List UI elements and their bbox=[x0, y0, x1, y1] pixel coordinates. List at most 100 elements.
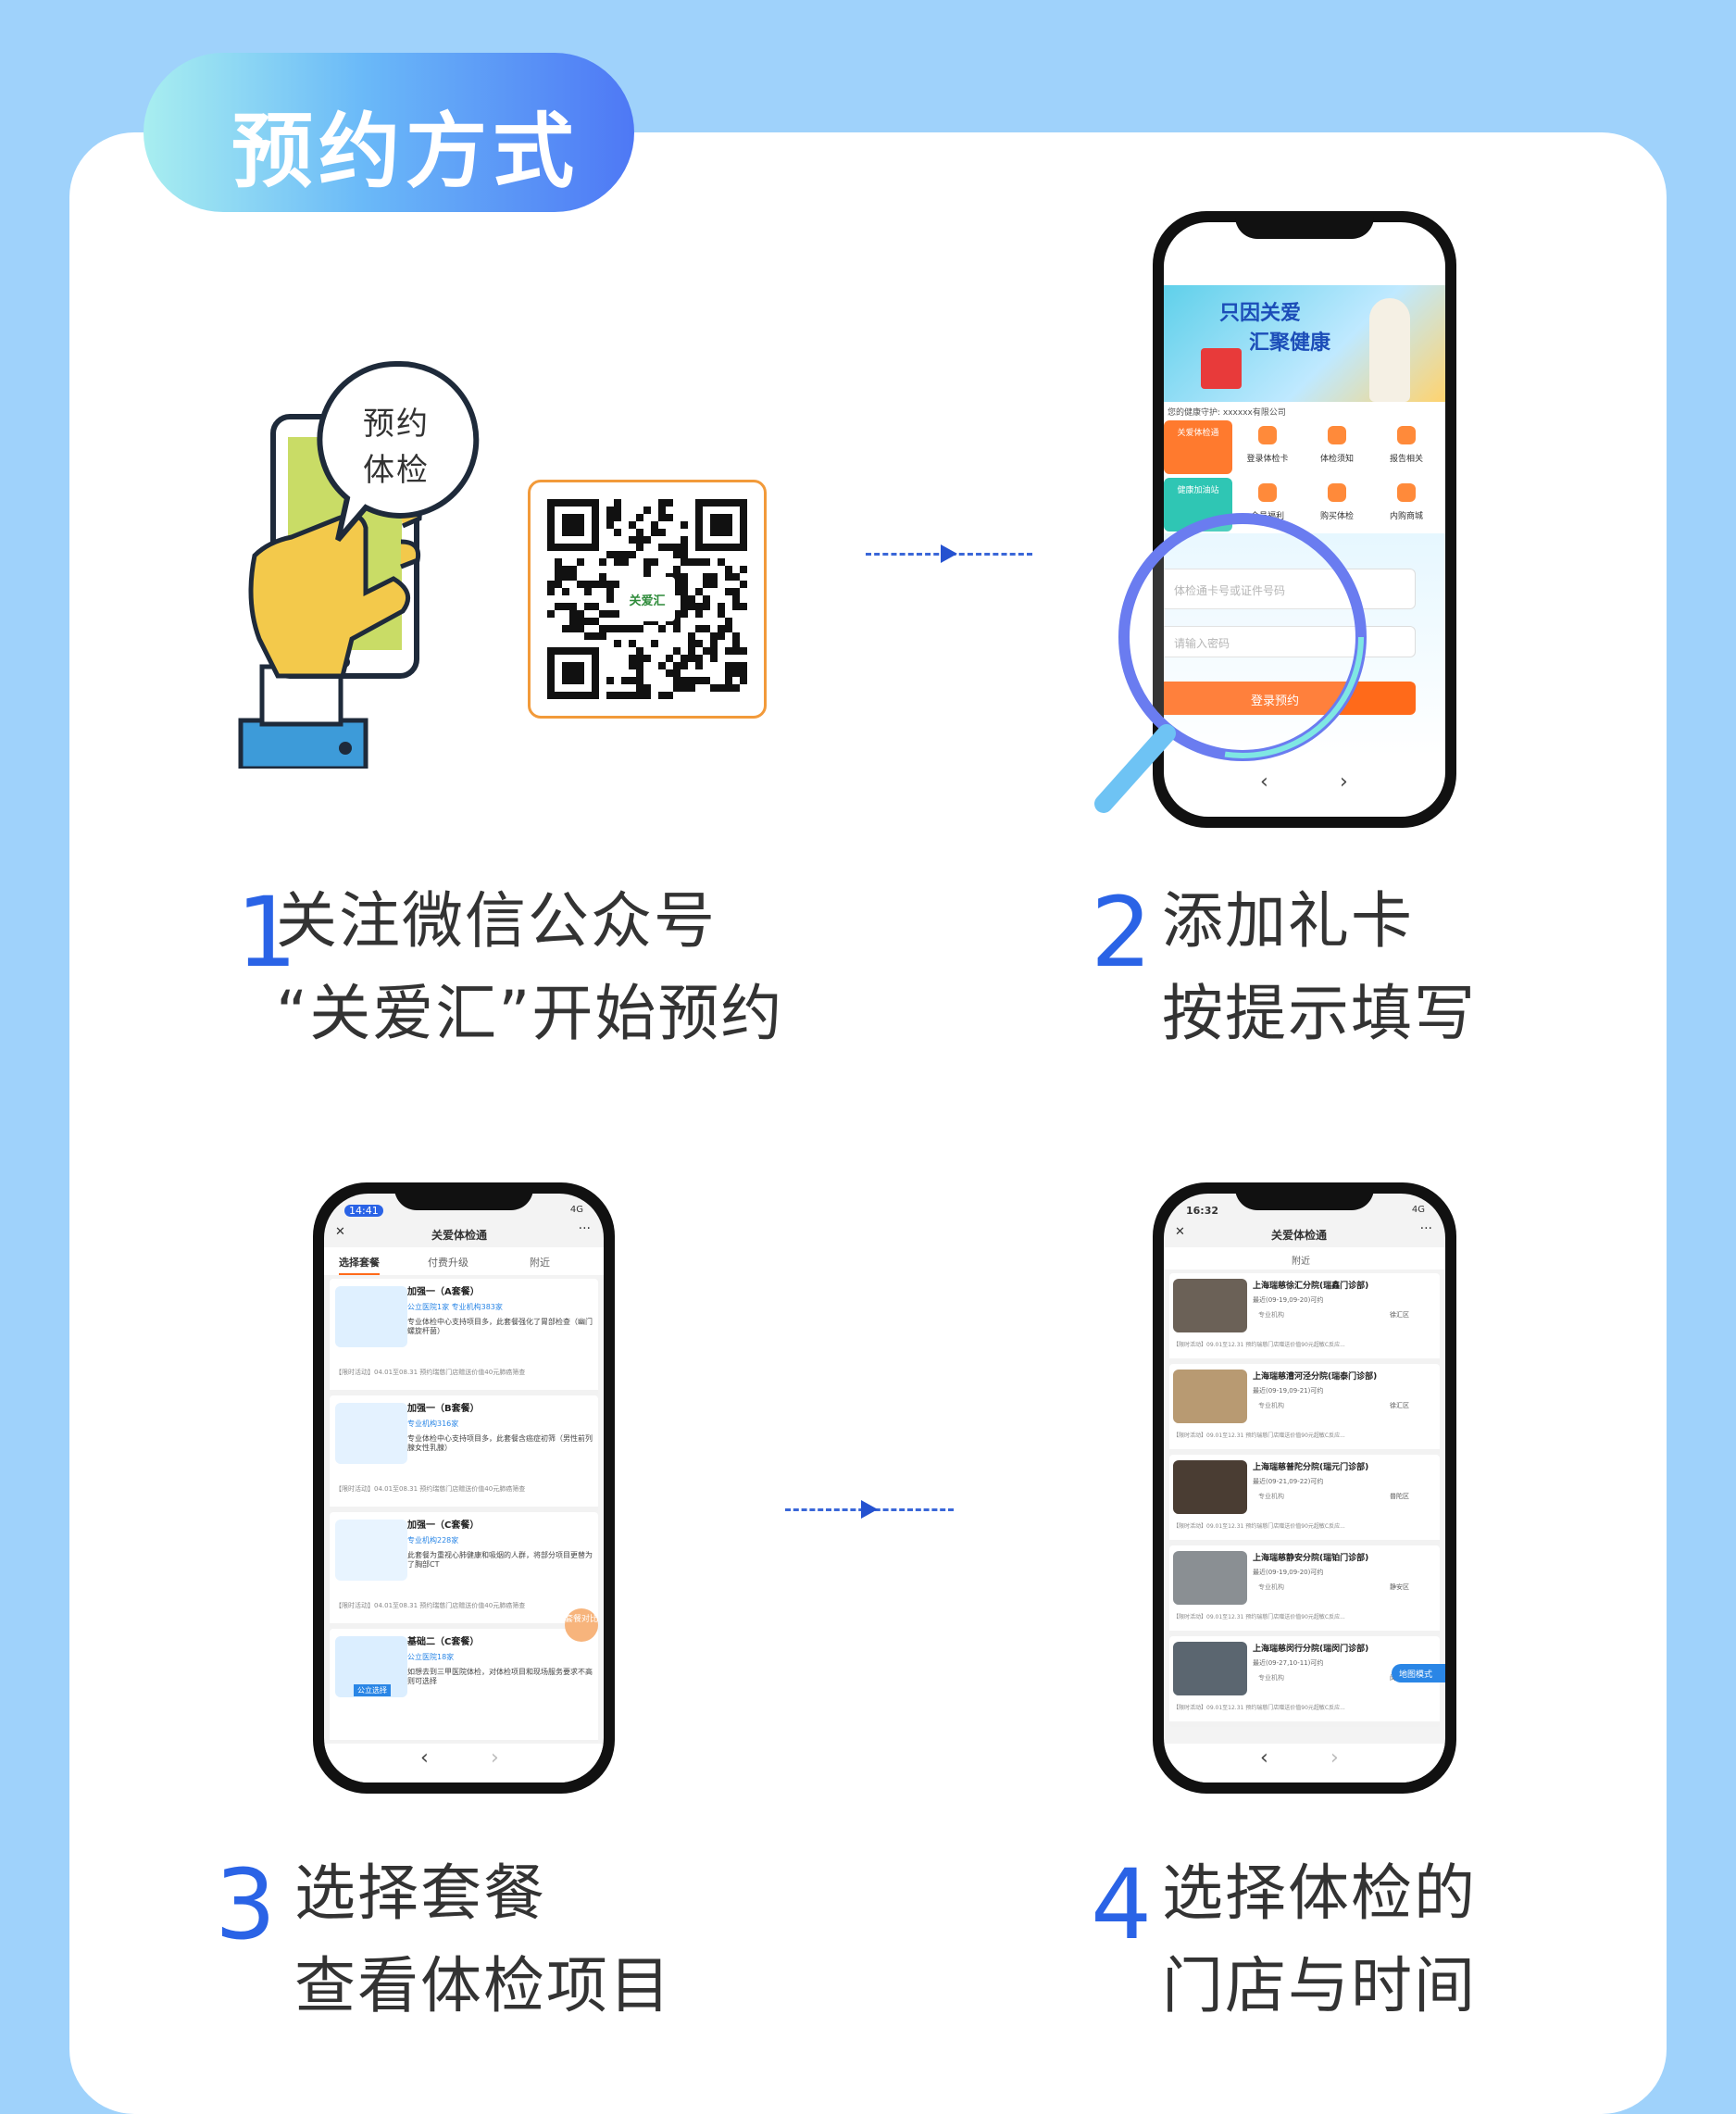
package-list: 加强一（A套餐） 公立医院1家 专业机构383家 专业体检中心支持项目多，此套餐强化… bbox=[330, 1279, 598, 1745]
map-mode-label: 地图模式 bbox=[1399, 1670, 1433, 1680]
nav-bar bbox=[1164, 1744, 1445, 1783]
flow-arrow-2 bbox=[785, 1500, 954, 1519]
store-promo: 【限时活动】09.01至12.31 预约瑞慈门店赠送价值90元超敏C反应... bbox=[1173, 1523, 1345, 1530]
store-tag: 专业机构 bbox=[1258, 1402, 1284, 1409]
banner-person bbox=[1369, 298, 1410, 402]
store-card[interactable]: 上海瑞慈普陀分院(瑞元门诊部) 最近(09-21,09-22)可约 专业机构 普陀区【… bbox=[1169, 1455, 1440, 1545]
store-district: 普陀区 bbox=[1390, 1493, 1409, 1500]
store-district: 徐汇区 bbox=[1390, 1311, 1409, 1319]
package-card[interactable]: 加强一（A套餐） 公立医院1家 专业机构383家 专业体检中心支持项目多，此套餐强化… bbox=[330, 1279, 598, 1395]
store-tag: 专业机构 bbox=[1258, 1493, 1284, 1500]
store-photo bbox=[1173, 1279, 1247, 1332]
package-tags: 专业机构316家 bbox=[407, 1420, 459, 1428]
package-promo: 【限时活动】04.01至08.31 预约瑞慈门店赠送价值40元肺癌筛查 bbox=[335, 1602, 526, 1609]
status-time: 14:41 bbox=[344, 1205, 383, 1217]
store-card[interactable]: 上海瑞慈漕河泾分院(瑞泰门诊部) 最近(09-19,09-21)可约 专业机构 徐汇区… bbox=[1169, 1364, 1440, 1455]
compare-badge[interactable]: 套餐对比 bbox=[565, 1608, 598, 1642]
nav-back[interactable]: ‹ bbox=[420, 1746, 429, 1770]
phone-screen-4: 16:32 4G ✕ 关爱体检通 ··· 附近 上海瑞慈徐汇分院(瑞鑫门诊部) 最… bbox=[1164, 1194, 1445, 1783]
package-thumbnail bbox=[335, 1403, 407, 1464]
store-photo bbox=[1173, 1551, 1247, 1605]
menu-item-icon bbox=[1397, 426, 1416, 444]
tab-1[interactable]: 付费升级 bbox=[428, 1255, 468, 1270]
banner-line-1: 只因关爱 bbox=[1219, 302, 1302, 325]
nav-back[interactable]: ‹ bbox=[1260, 1746, 1268, 1770]
menu-item-label: 健康加油站 bbox=[1177, 486, 1219, 495]
package-thumbnail bbox=[335, 1520, 407, 1581]
store-date: 最近(09-21,09-22)可约 bbox=[1253, 1478, 1324, 1485]
promo-banner: 只因关爱 汇聚健康 bbox=[1164, 285, 1445, 402]
status-time: 16:32 bbox=[1186, 1205, 1219, 1217]
menu-item[interactable]: 登录体检卡 bbox=[1233, 420, 1302, 474]
store-name: 上海瑞慈静安分院(瑞铂门诊部) bbox=[1253, 1554, 1369, 1563]
package-thumbnail bbox=[335, 1286, 407, 1347]
menu-item-icon bbox=[1328, 483, 1346, 502]
tab-0[interactable]: 选择套餐 bbox=[339, 1255, 380, 1275]
step-3-number: 3 bbox=[215, 1848, 277, 1961]
phone-notch bbox=[394, 1182, 533, 1210]
store-date: 最近(09-27,10-11)可约 bbox=[1253, 1659, 1324, 1667]
app-title: 关爱体检通 bbox=[1271, 1229, 1328, 1242]
store-tag: 专业机构 bbox=[1258, 1583, 1284, 1591]
package-card[interactable]: 加强一（B套餐） 专业机构316家专业体检中心支持项目多，此套餐含癌症初筛（男性前… bbox=[330, 1395, 598, 1512]
more-icon[interactable]: ··· bbox=[579, 1221, 591, 1236]
phone-notch bbox=[1234, 1182, 1375, 1210]
qr-logo: 关爱汇 bbox=[619, 577, 675, 621]
store-promo: 【限时活动】09.01至12.31 预约瑞慈门店赠送价值90元超敏C反应... bbox=[1173, 1705, 1345, 1711]
nav-bar bbox=[324, 1744, 604, 1783]
step-1-line-1: 关注微信公众号 bbox=[276, 885, 717, 957]
menu-item-label: 报告相关 bbox=[1389, 455, 1423, 464]
store-name: 上海瑞慈闵行分院(瑞闵门诊部) bbox=[1253, 1645, 1369, 1654]
close-icon[interactable]: ✕ bbox=[335, 1225, 345, 1239]
store-promo: 【限时活动】09.01至12.31 预约瑞慈门店赠送价值90元超敏C反应... bbox=[1173, 1342, 1345, 1348]
flow-arrow-1 bbox=[866, 544, 1032, 563]
step-3-line-2: 查看体检项目 bbox=[294, 1950, 672, 2021]
public-select-label: 公立选择 bbox=[354, 1684, 391, 1696]
status-signal: 4G bbox=[1411, 1205, 1425, 1215]
store-tag: 专业机构 bbox=[1258, 1311, 1284, 1319]
more-icon[interactable]: ··· bbox=[1420, 1221, 1432, 1236]
step-4-line-1: 选择体检的 bbox=[1162, 1858, 1477, 1929]
bubble-text-1: 预约 bbox=[363, 406, 430, 443]
section-title: 预约方式 bbox=[231, 104, 581, 199]
wechat-qr-code[interactable]: 关爱汇 bbox=[528, 480, 767, 719]
package-desc: 专业体检中心支持项目多，此套餐含癌症初筛（男性前列腺女性乳腺） bbox=[407, 1434, 593, 1453]
map-mode-button[interactable]: 地图模式 bbox=[1392, 1664, 1445, 1682]
package-tags: 公立医院18家 bbox=[407, 1653, 455, 1661]
package-card[interactable]: 加强一（C套餐） 专业机构228家此套餐为重视心肺健康和吸烟的人群，将部分项目更替… bbox=[330, 1512, 598, 1629]
step-2-number: 2 bbox=[1091, 876, 1153, 989]
banner-gift-box bbox=[1201, 348, 1242, 389]
section-title-pill: 预约方式 bbox=[144, 53, 634, 212]
close-icon[interactable]: ✕ bbox=[1175, 1225, 1185, 1239]
package-promo: 【限时活动】04.01至08.31 预约瑞慈门店赠送价值40元肺癌筛查 bbox=[335, 1485, 526, 1493]
status-signal: 4G bbox=[569, 1205, 583, 1215]
app-title: 关爱体检通 bbox=[431, 1229, 488, 1242]
filter-nearby[interactable]: 附近 bbox=[1292, 1253, 1310, 1267]
tab-2[interactable]: 附近 bbox=[530, 1255, 550, 1270]
package-name: 加强一（B套餐） bbox=[407, 1404, 480, 1414]
package-card[interactable]: 基础二（C套餐） 公立医院18家 如想去到三甲医院体检，对体检项目和现场服务要求不高… bbox=[330, 1629, 598, 1745]
package-desc: 专业体检中心支持项目多，此套餐强化了胃部检查（幽门螺旋杆菌） bbox=[407, 1318, 593, 1336]
menu-feature-card[interactable]: 关爱体检通 bbox=[1164, 420, 1232, 474]
store-tag: 专业机构 bbox=[1258, 1674, 1284, 1682]
store-card[interactable]: 上海瑞慈徐汇分院(瑞鑫门诊部) 最近(09-19,09-20)可约 专业机构 徐汇区【… bbox=[1169, 1273, 1440, 1364]
store-card[interactable]: 上海瑞慈静安分院(瑞铂门诊部) 最近(09-19,09-20)可约 专业机构 静安区【… bbox=[1169, 1545, 1440, 1636]
menu-item[interactable]: 报告相关 bbox=[1372, 420, 1441, 474]
store-date: 最近(09-19,09-21)可约 bbox=[1253, 1387, 1324, 1395]
menu-item[interactable]: 内购商城 bbox=[1372, 478, 1441, 532]
menu-item-label: 登录体检卡 bbox=[1246, 455, 1289, 464]
package-name: 基础二（C套餐） bbox=[407, 1637, 480, 1647]
qr-logo-text: 关爱汇 bbox=[629, 594, 666, 608]
step-2-line-1: 添加礼卡 bbox=[1162, 885, 1414, 957]
store-photo bbox=[1173, 1460, 1247, 1514]
package-desc: 此套餐为重视心肺健康和吸烟的人群，将部分项目更替为了胸部CT bbox=[407, 1551, 593, 1570]
package-tags: 专业机构228家 bbox=[407, 1536, 459, 1545]
nav-forward[interactable]: › bbox=[491, 1746, 499, 1770]
menu-item[interactable]: 体检须知 bbox=[1303, 420, 1371, 474]
menu-item-icon bbox=[1258, 426, 1277, 444]
package-name: 加强一（A套餐） bbox=[407, 1287, 480, 1297]
package-name: 加强一（C套餐） bbox=[407, 1520, 480, 1531]
filter-bar: 附近 bbox=[1164, 1247, 1445, 1270]
store-name: 上海瑞慈漕河泾分院(瑞泰门诊部) bbox=[1253, 1372, 1378, 1382]
nav-forward[interactable]: › bbox=[1330, 1746, 1339, 1770]
